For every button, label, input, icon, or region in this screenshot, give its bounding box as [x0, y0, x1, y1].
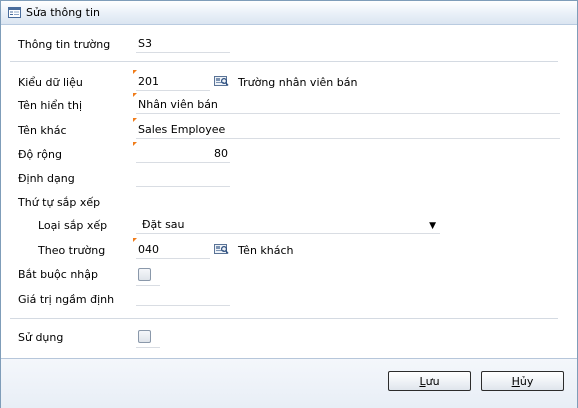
width-input[interactable]: 80	[133, 142, 230, 163]
required-underline	[136, 285, 160, 286]
default-value-label: Giá trị ngầm định	[18, 293, 115, 306]
sort-order-label: Thứ tự sắp xếp	[18, 196, 101, 209]
data-type-input[interactable]: 201	[133, 70, 210, 91]
chevron-down-icon[interactable]: ▼	[429, 218, 436, 234]
cancel-button-mnemonic: H	[511, 375, 520, 388]
sort-field-input[interactable]: 040	[133, 238, 210, 259]
format-label: Định dạng	[18, 172, 75, 185]
other-name-label: Tên khác	[18, 124, 67, 137]
data-type-lookup-text: Trường nhân viên bán	[238, 76, 358, 89]
lookup-icon[interactable]	[214, 244, 229, 255]
sort-type-value: Đặt sau	[142, 218, 185, 231]
width-label: Độ rộng	[18, 148, 62, 161]
cancel-button-label: ủy	[519, 375, 534, 388]
data-type-label: Kiểu dữ liệu	[18, 76, 83, 89]
other-name-value: Sales Employee	[138, 123, 226, 136]
in-use-label: Sử dụng	[18, 331, 64, 344]
edit-info-dialog: Sửa thông tin Thông tin trường S3 Kiểu d…	[0, 0, 578, 408]
default-value-input[interactable]	[136, 289, 230, 306]
dialog-footer: Lưu Hủy	[1, 358, 577, 408]
separator	[10, 61, 558, 62]
field-info-value: S3	[138, 37, 152, 50]
separator	[10, 318, 558, 319]
field-info-label: Thông tin trường	[18, 38, 111, 51]
cancel-button[interactable]: Hủy	[481, 371, 564, 391]
sort-type-select[interactable]: Đặt sau ▼	[136, 217, 440, 234]
width-value: 80	[214, 147, 228, 160]
title-bar: Sửa thông tin	[1, 1, 577, 25]
data-type-value: 201	[138, 75, 159, 88]
sort-field-value: 040	[138, 243, 159, 256]
lookup-icon[interactable]	[214, 76, 229, 87]
required-label: Bắt buộc nhập	[18, 268, 98, 281]
display-name-value: Nhân viên bán	[138, 98, 218, 111]
display-name-input[interactable]: Nhân viên bán	[133, 93, 560, 114]
save-button-label: ưu	[425, 375, 440, 388]
format-input[interactable]	[136, 170, 230, 187]
in-use-underline	[136, 347, 160, 348]
in-use-checkbox[interactable]	[138, 330, 151, 343]
required-checkbox[interactable]	[138, 268, 151, 281]
sort-field-lookup-text: Tên khách	[238, 244, 294, 257]
form-edit-icon	[8, 7, 21, 18]
save-button[interactable]: Lưu	[388, 371, 471, 391]
other-name-input[interactable]: Sales Employee	[133, 118, 560, 139]
display-name-label: Tên hiển thị	[18, 99, 83, 112]
dialog-title: Sửa thông tin	[26, 6, 100, 19]
sort-field-label: Theo trường	[38, 244, 106, 257]
sort-type-label: Loại sắp xếp	[38, 219, 108, 232]
field-info-field: S3	[136, 36, 230, 53]
